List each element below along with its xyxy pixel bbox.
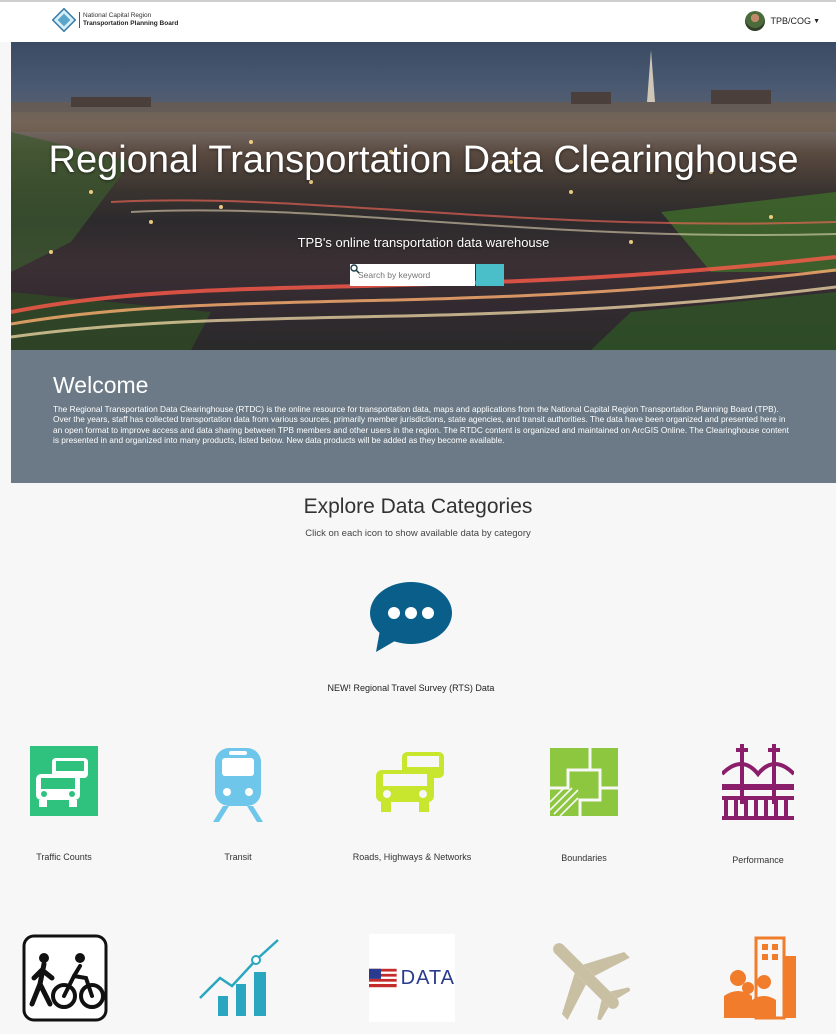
category-performance[interactable]: Performance [708, 744, 808, 867]
hero-title: Regional Transportation Data Clearinghou… [48, 139, 799, 181]
search-bar [350, 264, 504, 286]
performance-icon [722, 744, 794, 820]
census-data-icon[interactable]: DATA [369, 934, 455, 1022]
category-label: Boundaries [561, 853, 607, 863]
growth-chart-icon[interactable] [198, 938, 280, 1018]
avatar [744, 11, 765, 31]
welcome-heading: Welcome [53, 372, 149, 398]
explore-title: Explore Data Categories [303, 495, 533, 518]
category-boundaries[interactable]: Boundaries [534, 748, 634, 865]
search-button[interactable] [350, 264, 504, 286]
tpb-logo-icon [52, 8, 76, 32]
boundaries-icon [550, 748, 618, 816]
category-label: Traffic Counts [36, 852, 92, 862]
page: National Capital Region Transportation P… [0, 0, 836, 1034]
welcome-body: The Regional Transportation Data Clearin… [53, 404, 789, 446]
hero-banner: Regional Transportation Data Clearinghou… [11, 42, 836, 350]
logo-line2: Transportation Planning Board [83, 20, 179, 27]
hero-subtitle: TPB's online transportation data warehou… [297, 235, 550, 250]
rts-data-link[interactable]: NEW! Regional Travel Survey (RTS) Data [0, 683, 822, 693]
category-label: Performance [732, 855, 784, 865]
welcome-section: Welcome The Regional Transportation Data… [11, 350, 836, 483]
category-traffic-counts[interactable]: Traffic Counts [14, 746, 114, 864]
explore-subtitle: Click on each icon to show available dat… [305, 528, 531, 539]
category-roads-highways-networks[interactable]: Roads, Highways & Networks [352, 748, 472, 864]
us-flag-icon [369, 968, 397, 988]
chat-bubble-icon[interactable] [368, 580, 454, 654]
traffic-counts-icon [30, 746, 98, 816]
census-data-text: DATA [400, 966, 455, 989]
user-menu[interactable]: TPB/COG ▼ [744, 11, 820, 31]
search-icon [350, 264, 360, 274]
caret-down-icon: ▼ [813, 17, 820, 25]
search-input[interactable] [350, 264, 475, 286]
roads-icon [376, 752, 444, 812]
airplane-icon[interactable] [542, 932, 630, 1020]
tpb-logo[interactable]: National Capital Region Transportation P… [52, 8, 178, 32]
demographics-icon[interactable] [720, 936, 798, 1020]
category-label: Roads, Highways & Networks [352, 852, 472, 862]
logo-text: National Capital Region Transportation P… [79, 12, 178, 28]
transit-icon [213, 748, 263, 822]
logo-line1: National Capital Region [83, 12, 152, 19]
top-navbar: National Capital Region Transportation P… [0, 0, 836, 42]
bike-ped-icon[interactable] [22, 934, 108, 1022]
category-transit[interactable]: Transit [188, 746, 288, 864]
user-label: TPB/COG [770, 16, 812, 26]
category-label: Transit [224, 852, 252, 862]
city-night-image [11, 42, 836, 350]
